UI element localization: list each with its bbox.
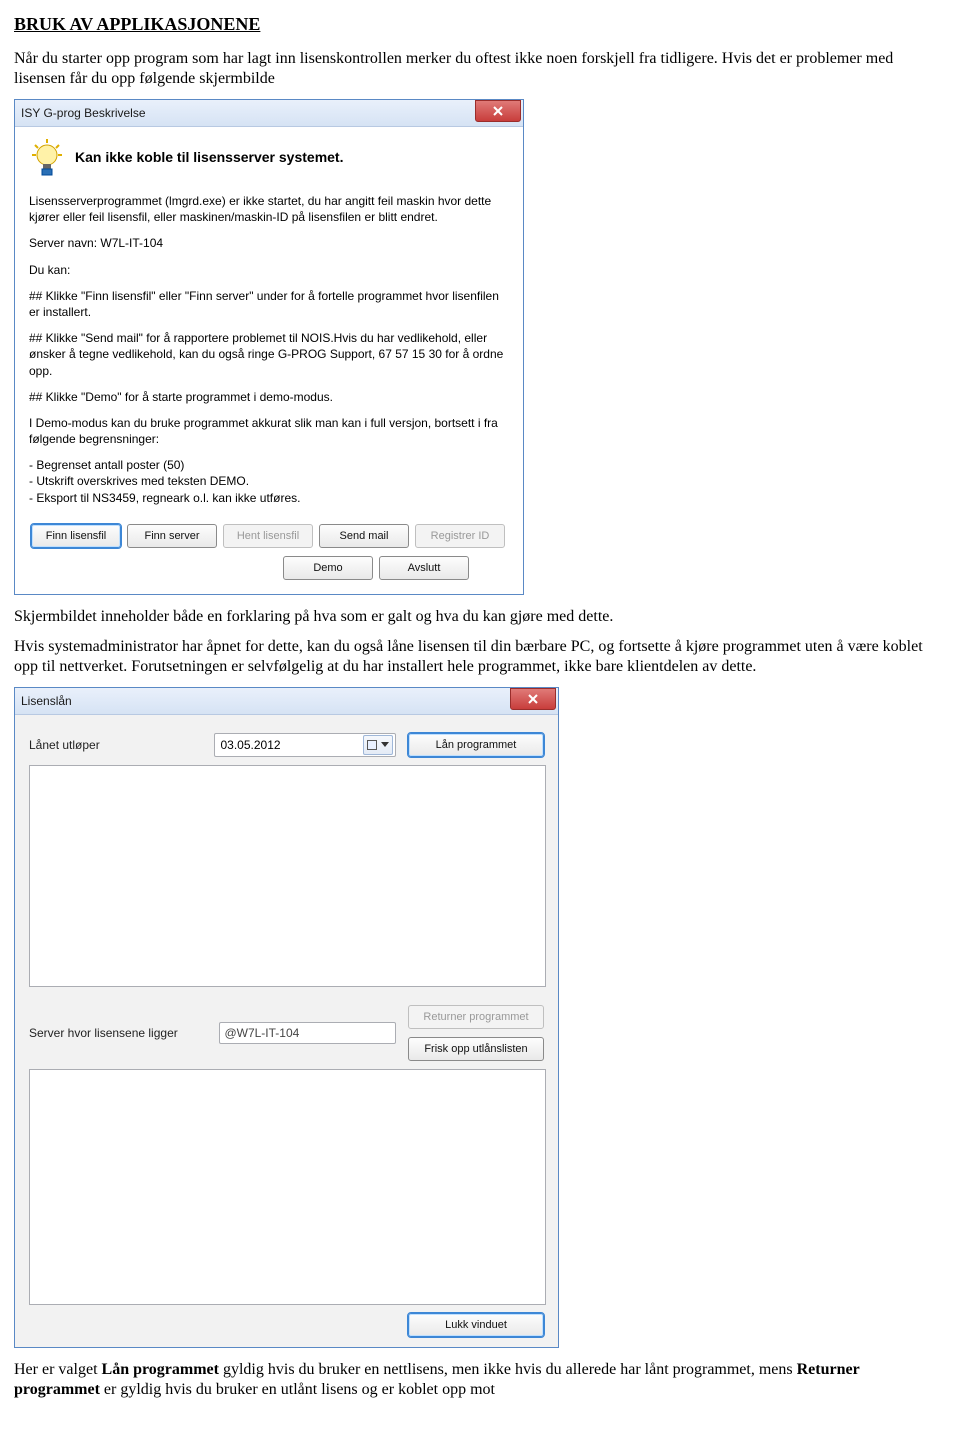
option-3: ## Klikke "Demo" for å starte programmet…: [29, 389, 509, 405]
refresh-loan-list-button[interactable]: Frisk opp utlånslisten: [408, 1037, 544, 1061]
loan-list[interactable]: [29, 765, 546, 987]
paragraph-2: Skjermbildet inneholder både en forklari…: [14, 607, 946, 627]
loan-expires-label: Lånet utløper: [29, 738, 202, 752]
quit-button[interactable]: Avslutt: [379, 556, 469, 580]
dialog-titlebar: ISY G-prog Beskrivelse: [15, 100, 523, 127]
register-id-button: Registrer ID: [415, 524, 505, 548]
demo-intro: I Demo-modus kan du bruke programmet akk…: [29, 415, 509, 447]
close-button[interactable]: [475, 100, 521, 122]
paragraph-4: Her er valget Lån programmet gyldig hvis…: [14, 1360, 946, 1400]
demo-limit-3: - Eksport til NS3459, regneark o.l. kan …: [29, 490, 509, 506]
you-can-label: Du kan:: [29, 262, 509, 278]
chevron-down-icon: [381, 742, 389, 747]
fetch-license-file-button: Hent lisensfil: [223, 524, 313, 548]
loan-expires-date-picker[interactable]: 03.05.2012: [214, 733, 397, 757]
find-license-file-button[interactable]: Finn lisensfil: [31, 524, 121, 548]
demo-limit-2: - Utskrift overskrives med teksten DEMO.: [29, 473, 509, 489]
close-icon: [527, 693, 539, 705]
server-input[interactable]: @W7L-IT-104: [219, 1022, 396, 1044]
intro-paragraph-1: Når du starter opp program som har lagt …: [14, 49, 946, 89]
demo-button[interactable]: Demo: [283, 556, 373, 580]
return-program-button: Returner programmet: [408, 1005, 544, 1029]
close-window-button[interactable]: Lukk vinduet: [408, 1313, 544, 1337]
license-error-dialog: ISY G-prog Beskrivelse Kan ikke koble ti…: [14, 99, 524, 595]
demo-limit-1: - Begrenset antall poster (50): [29, 457, 509, 473]
error-description: Lisensserverprogrammet (lmgrd.exe) er ik…: [29, 193, 509, 225]
page-heading: BRUK AV APPLIKASJONENE: [14, 14, 946, 35]
server-label: Server hvor lisensene ligger: [29, 1026, 207, 1040]
paragraph-3: Hvis systemadministrator har åpnet for d…: [14, 637, 946, 677]
date-value: 03.05.2012: [221, 738, 281, 752]
dialog-titlebar: Lisenslån: [15, 688, 558, 715]
close-icon: [492, 105, 504, 117]
dialog-title: ISY G-prog Beskrivelse: [21, 106, 146, 120]
lightbulb-icon: [29, 139, 65, 179]
find-server-button[interactable]: Finn server: [127, 524, 217, 548]
option-1: ## Klikke "Finn lisensfil" eller "Finn s…: [29, 288, 509, 320]
loan-program-button[interactable]: Lån programmet: [408, 733, 544, 757]
server-list[interactable]: [29, 1069, 546, 1305]
close-button[interactable]: [510, 688, 556, 710]
server-name-line: Server navn: W7L-IT-104: [29, 235, 509, 251]
option-2: ## Klikke "Send mail" for å rapportere p…: [29, 330, 509, 379]
date-dropdown-button[interactable]: [363, 735, 393, 755]
dialog-title: Lisenslån: [21, 694, 72, 708]
dialog-heading: Kan ikke koble til lisensserver systemet…: [75, 139, 343, 165]
calendar-icon: [367, 740, 377, 750]
license-loan-dialog: Lisenslån Lånet utløper 03.05.2012 Lån p…: [14, 687, 559, 1348]
send-mail-button[interactable]: Send mail: [319, 524, 409, 548]
